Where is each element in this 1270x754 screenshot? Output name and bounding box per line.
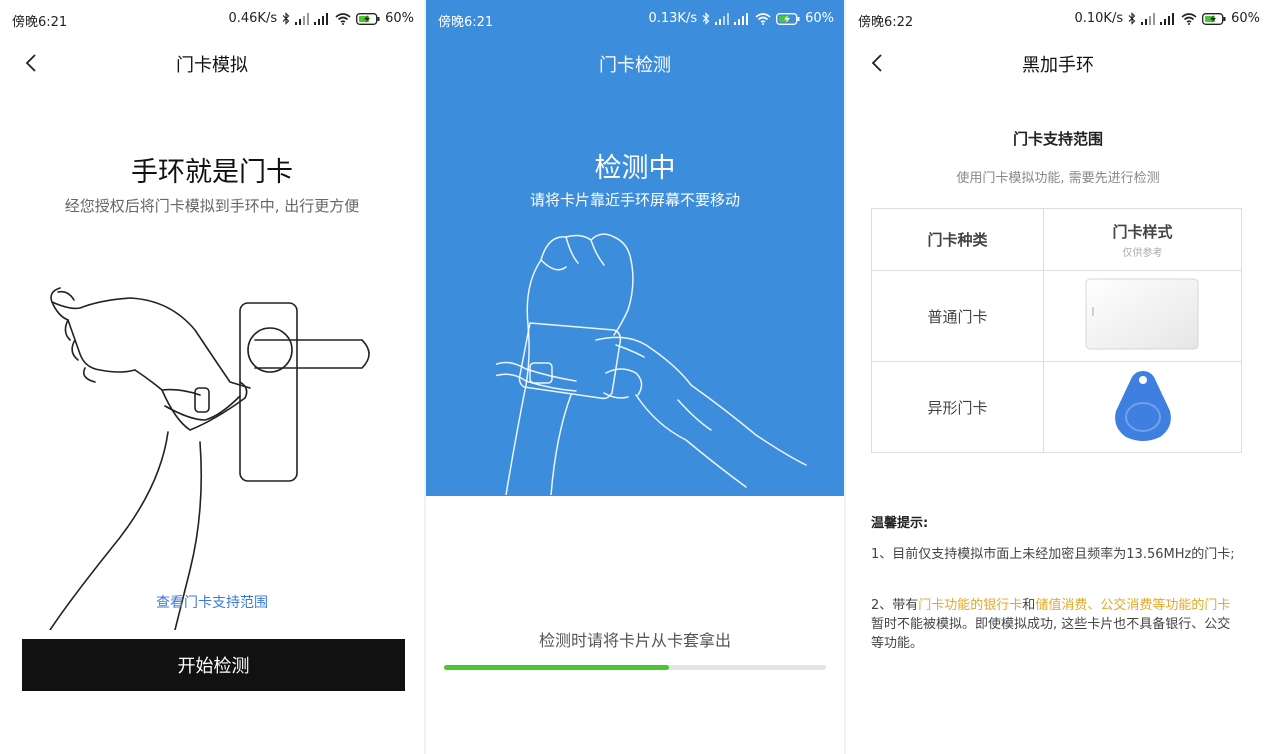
blue-key-fob-image [1114,371,1171,441]
signal-hd-icon [314,13,329,25]
wifi-icon [335,12,351,25]
battery-charging-icon [356,12,380,25]
tip-2-highlight-stored-value: 储值消费、公交消费等功能的门卡 [1035,598,1231,613]
tip-2-suffix: 暂时不能被模拟。即使模拟成功, 这些卡片也不具备银行、公交等功能。 [871,617,1231,651]
battery-percent: 60% [1231,11,1260,26]
tips-title: 温馨提示: [871,516,929,531]
status-time: 傍晚6:21 [438,15,494,30]
page-title: 黑加手环 [1022,55,1094,76]
section-title: 门卡支持范围 [1012,130,1103,148]
progress-bar [444,665,826,670]
table-header-row: 门卡种类 门卡样式 仅供参考 [871,208,1242,271]
table-row: 普通门卡 [871,270,1242,362]
battery-percent: 60% [385,11,414,26]
header-note: 仅供参考 [1122,247,1163,259]
card-type-label: 异形门卡 [871,361,1044,453]
nav-bar: 门卡模拟 [0,42,424,84]
header-card-style-label: 门卡样式 [1112,222,1173,241]
screen-door-card-simulation: 傍晚6:21 0.46K/s 60% 门卡模拟 手环就是门卡 经您授权后将门卡模… [0,0,424,754]
tip-2-prefix: 2、带有 [871,598,919,613]
bluetooth-icon [702,12,710,25]
signal-icon [715,12,730,25]
hero-subtitle: 经您授权后将门卡模拟到手环中, 出行更方便 [64,197,360,215]
battery-charging-icon [1202,12,1226,25]
battery-percent: 60% [805,11,834,26]
network-speed: 0.46K/s [228,11,278,26]
header-card-style: 门卡样式 仅供参考 [1043,208,1242,271]
signal-hd-icon [734,13,749,25]
hero-heading: 手环就是门卡 [131,157,293,188]
page-title: 门卡检测 [599,55,671,76]
detecting-subtitle: 请将卡片靠近手环屏幕不要移动 [529,191,740,209]
support-range-link[interactable]: 查看门卡支持范围 [0,592,424,612]
hand-door-handle-illustration [49,287,370,630]
header-card-type: 门卡种类 [871,208,1044,271]
nav-bar: 门卡检测 [426,42,844,84]
bluetooth-icon [282,12,290,25]
screen-support-range: 傍晚6:22 0.10K/s 60% 黑加手环 门卡支持范围 使用门卡模拟功能,… [846,0,1270,754]
tip-2-mid: 和 [1022,598,1036,613]
status-time: 傍晚6:21 [12,15,68,30]
status-bar: 傍晚6:21 0.13K/s 60% [426,0,844,38]
screen-door-card-detection: 傍晚6:21 0.13K/s 60% 门卡检测 检测中 请将卡片靠近手环屏幕不要… [426,0,844,754]
tip-2-highlight-bank-card: 门卡功能的银行卡 [918,598,1023,613]
network-speed: 0.13K/s [648,11,698,26]
page-title: 门卡模拟 [176,55,248,76]
nav-bar: 黑加手环 [846,42,1270,84]
detecting-heading: 检测中 [594,153,676,184]
status-bar: 傍晚6:21 0.46K/s 60% [0,0,424,38]
battery-charging-icon [776,12,800,25]
status-bar: 傍晚6:22 0.10K/s 60% [846,0,1270,38]
card-support-table: 门卡种类 门卡样式 仅供参考 普通门卡 异形门卡 [871,208,1242,453]
start-detection-button[interactable]: 开始检测 [22,639,405,691]
detection-hint: 检测时请将卡片从卡套拿出 [538,631,731,650]
status-time: 傍晚6:22 [858,15,914,30]
bluetooth-icon [1128,12,1136,25]
progress-fill [444,665,670,670]
wifi-icon [755,12,771,25]
signal-hd-icon [1160,13,1175,25]
card-type-label: 普通门卡 [871,270,1044,362]
network-speed: 0.10K/s [1074,11,1124,26]
table-row: 异形门卡 [871,361,1242,453]
tip-1: 1、目前仅支持模拟市面上未经加密且频率为13.56MHz的门卡; [871,547,1235,562]
wifi-icon [1181,12,1197,25]
tip-2: 2、带有门卡功能的银行卡和储值消费、公交消费等功能的门卡暂时不能被模拟。即使模拟… [871,596,1243,653]
signal-icon [1141,12,1156,25]
section-subtitle: 使用门卡模拟功能, 需要先进行检测 [956,171,1160,186]
signal-icon [295,12,310,25]
card-to-band-illustration [496,233,807,495]
white-card-image [1085,278,1198,350]
